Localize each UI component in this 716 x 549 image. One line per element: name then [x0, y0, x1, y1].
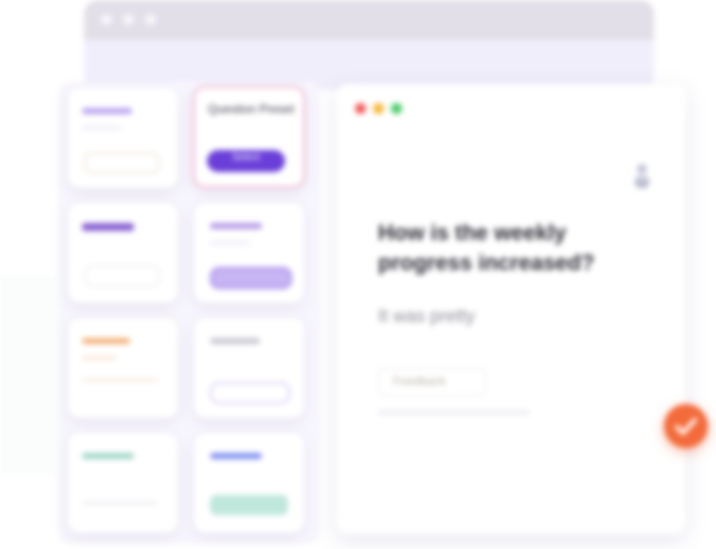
blurred-screen: Question Preset Select How is the weekly… — [0, 0, 716, 549]
card-heading — [82, 108, 132, 114]
question-preview-panel: How is the weekly progress increased? It… — [336, 84, 686, 534]
selected-card-title: Question Preset — [208, 102, 295, 116]
card-subline — [210, 241, 250, 245]
window-minimize-dot[interactable] — [123, 14, 134, 25]
card-pill[interactable] — [210, 495, 288, 515]
card-heading — [82, 453, 134, 459]
panel-minimize-dot[interactable] — [373, 103, 384, 114]
card-pill[interactable] — [84, 152, 160, 174]
card-heading — [210, 338, 260, 344]
card-subline — [82, 501, 158, 505]
question-text: How is the weekly progress increased? — [378, 220, 595, 275]
template-card-selected[interactable]: Question Preset Select — [193, 86, 305, 188]
template-card[interactable] — [68, 433, 178, 533]
panel-close-dot[interactable] — [355, 103, 366, 114]
decorative-dot-pattern — [0, 275, 60, 475]
check-icon — [675, 418, 697, 435]
card-heading — [82, 338, 130, 344]
card-subline — [82, 356, 116, 360]
background-window — [84, 0, 654, 90]
background-window-titlebar — [84, 0, 654, 40]
template-card[interactable] — [194, 318, 304, 418]
template-card[interactable] — [68, 88, 178, 188]
feedback-chip-label: Feedback — [393, 374, 446, 388]
card-pill[interactable] — [210, 382, 290, 404]
answer-underline — [378, 410, 530, 415]
select-button-label: Select — [232, 152, 260, 163]
check-button[interactable] — [664, 404, 708, 448]
card-heading — [82, 223, 134, 231]
card-subline — [82, 378, 158, 382]
card-pill[interactable] — [84, 265, 160, 287]
answer-text: It was pretty — [378, 306, 476, 326]
card-pill[interactable] — [210, 267, 292, 289]
card-subline — [82, 126, 122, 130]
template-card[interactable] — [68, 203, 178, 303]
template-card[interactable] — [194, 203, 304, 303]
card-heading — [210, 223, 262, 229]
panel-maximize-dot[interactable] — [391, 103, 402, 114]
user-icon[interactable] — [632, 162, 652, 190]
window-close-dot[interactable] — [101, 14, 112, 25]
template-card[interactable] — [194, 433, 304, 533]
template-card[interactable] — [68, 318, 178, 418]
select-button[interactable]: Select — [207, 150, 285, 172]
feedback-chip[interactable]: Feedback — [378, 368, 486, 396]
card-heading — [210, 453, 262, 459]
window-maximize-dot[interactable] — [145, 14, 156, 25]
